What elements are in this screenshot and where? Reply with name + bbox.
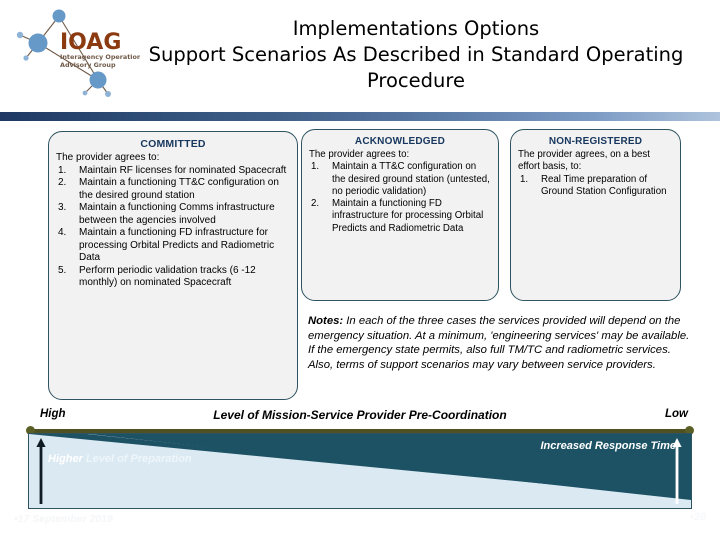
title-line-2: Support Scenarios As Described in Standa… xyxy=(148,43,684,66)
scenario-box-non-registered: NON-REGISTERED The provider agrees, on a… xyxy=(510,129,681,301)
box-heading: COMMITTED xyxy=(140,138,206,150)
list-item: 1. Real Time preparation of Ground Statio… xyxy=(518,174,674,199)
list-item-text: Perform periodic validation tracks (6 -1… xyxy=(79,264,256,289)
axis-label-high: High xyxy=(40,408,66,420)
wedge-label-preparation: Higher Level of Preparation xyxy=(48,452,218,467)
slide-canvas: IOAG Interagency Operations Advisory Gro… xyxy=(0,0,720,540)
list-item-text: Maintain a functioning FD infrastructure… xyxy=(332,198,484,234)
list-item-text: Real Time preparation of Ground Station … xyxy=(541,173,667,197)
box-heading: NON-REGISTERED xyxy=(548,136,643,147)
list-item: 2. Maintain a functioning TT&C configurat… xyxy=(56,177,291,202)
coordination-axis: Level of Mission-Service Provider Pre-Co… xyxy=(0,408,720,436)
slide-title: Implementations Options Support Scenario… xyxy=(128,16,704,94)
title-line-1: Implementations Options xyxy=(292,17,540,40)
box-intro: The provider agrees, on a best effort ba… xyxy=(518,149,650,173)
ioag-logo: IOAG Interagency Operations Advisory Gro… xyxy=(12,8,140,106)
notes-body: In each of the three cases the services … xyxy=(308,315,690,371)
list-item-number: 1. xyxy=(311,161,320,173)
wedge-label-response-time: Increased Response Time xyxy=(540,440,676,452)
list-item-number: 2. xyxy=(58,177,67,188)
box-item-list: 1. Maintain a TT&C configuration on the d… xyxy=(302,161,498,235)
logo-tagline-2: Advisory Group xyxy=(60,61,116,69)
box-item-list: 1. Real Time preparation of Ground Statio… xyxy=(511,174,680,199)
header-divider-bar xyxy=(0,112,720,121)
list-item-number: 4. xyxy=(58,227,67,238)
axis-title: Level of Mission-Service Provider Pre-Co… xyxy=(213,408,507,422)
title-line-3: Procedure xyxy=(367,69,465,92)
logo-wordmark: IOAG xyxy=(60,30,121,55)
box-intro: The provider agrees to: xyxy=(309,149,410,160)
footer-page-number: •28 xyxy=(689,511,706,523)
list-item: 4. Maintain a functioning FD infrastructu… xyxy=(56,227,291,265)
scenario-box-committed: COMMITTED The provider agrees to: 1. Main… xyxy=(48,131,298,400)
list-item-text: Maintain a functioning TT&C configuratio… xyxy=(79,177,279,201)
list-item-text: Maintain RF licenses for nominated Space… xyxy=(79,164,287,176)
notes-label: Notes: xyxy=(308,315,344,327)
wedge-label-preparation-rest: Level of Preparation xyxy=(82,453,192,465)
list-item-number: 3. xyxy=(58,202,67,213)
list-item: 3. Maintain a functioning Comms infrastru… xyxy=(56,202,291,227)
list-item: 1. Maintain RF licenses for nominated Spa… xyxy=(56,165,291,178)
footer-date: •17 September 2019 xyxy=(14,513,113,525)
list-item-text: Maintain a functioning Comms infrastruct… xyxy=(79,202,275,226)
notes-paragraph: Notes: In each of the three cases the se… xyxy=(308,314,692,372)
list-item-number: 5. xyxy=(58,264,67,276)
list-item-text: Maintain a functioning FD infrastructure… xyxy=(79,227,275,263)
list-item: 2. Maintain a functioning FD infrastructu… xyxy=(309,198,492,235)
list-item-number: 2. xyxy=(311,198,320,210)
box-heading: ACKNOWLEDGED xyxy=(354,136,446,147)
list-item: 1. Maintain a TT&C configuration on the d… xyxy=(309,161,492,198)
list-item-number: 1. xyxy=(58,164,67,176)
up-arrow-preparation-icon xyxy=(36,438,46,504)
wedge-label-preparation-emphasis: Higher xyxy=(48,453,83,465)
list-item-number: 1. xyxy=(520,173,529,185)
box-intro: The provider agrees to: xyxy=(56,152,160,163)
list-item: 5. Perform periodic validation tracks (6 … xyxy=(56,265,291,290)
list-item-text: Maintain a TT&C configuration on the des… xyxy=(332,161,490,197)
box-item-list: 1. Maintain RF licenses for nominated Spa… xyxy=(49,165,297,290)
scenario-box-acknowledged: ACKNOWLEDGED The provider agrees to: 1. M… xyxy=(301,129,499,301)
axis-label-low: Low xyxy=(665,408,688,420)
